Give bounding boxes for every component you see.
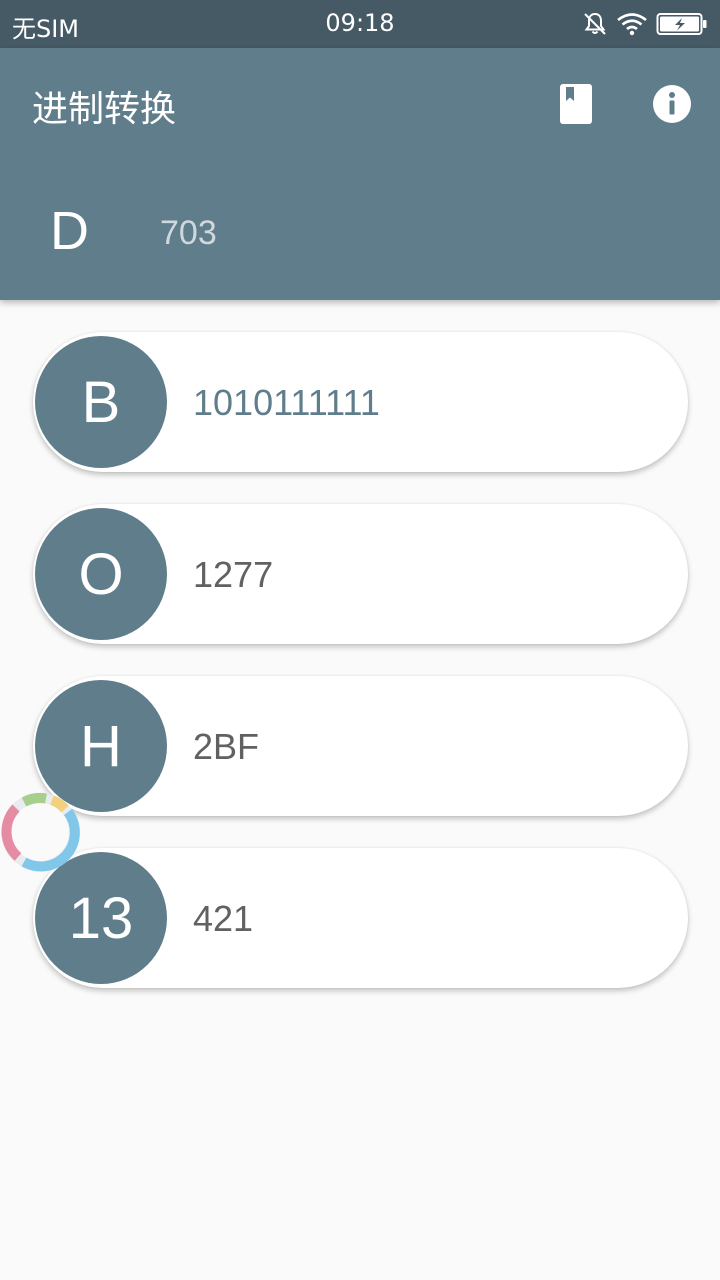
result-card-binary[interactable]: B 1010111111 (33, 332, 688, 472)
status-icons (582, 10, 708, 38)
result-card-base13[interactable]: 13 421 (33, 848, 688, 988)
info-button[interactable] (648, 78, 696, 130)
mute-bell-icon (584, 12, 606, 35)
result-card-octal[interactable]: O 1277 (33, 504, 688, 644)
result-value: 1277 (193, 554, 274, 595)
result-value: 421 (193, 898, 254, 939)
book-button[interactable] (552, 78, 600, 130)
battery-charging-icon (656, 13, 707, 35)
result-value: 2BF (193, 726, 260, 767)
result-card-hex[interactable]: H 2BF (33, 676, 688, 816)
status-bar: 无SIM 09:18 (0, 0, 720, 48)
wifi-icon (617, 13, 647, 36)
app-bar: 进制转换 D 703 (0, 48, 720, 300)
decimal-input[interactable]: 703 (160, 214, 660, 253)
app-title: 进制转换 (32, 89, 177, 130)
input-base-label[interactable]: D (50, 200, 89, 262)
base-badge: O (35, 508, 167, 640)
floating-ring-icon[interactable] (0, 788, 84, 876)
book-icon (560, 84, 592, 124)
result-value: 1010111111 (193, 382, 380, 423)
base-badge: B (35, 336, 167, 468)
info-icon (653, 85, 691, 123)
